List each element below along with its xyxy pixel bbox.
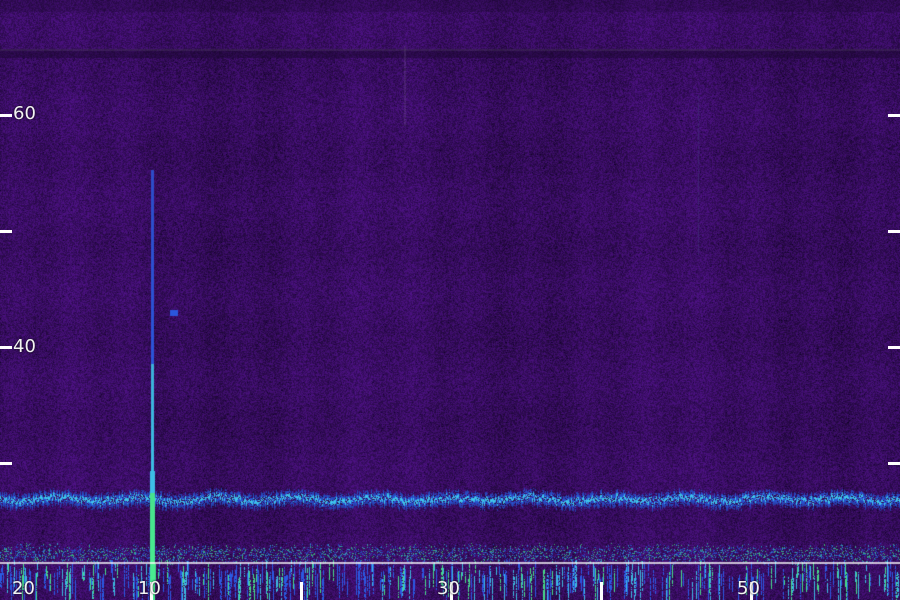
x-axis-tick-40 [600, 582, 603, 600]
y-axis-right-tick-60 [888, 114, 900, 117]
x-axis-tick-10 [150, 582, 153, 600]
y-axis-left-tick-60 [0, 114, 12, 117]
y-axis-right-tick-mid-lower [888, 462, 900, 465]
spectrogram-view: 60 40 20 10 30 50 [0, 0, 900, 600]
spectrogram-image [0, 0, 900, 600]
y-axis-left-tick-40 [0, 346, 12, 349]
y-axis-left-tick-mid-lower [0, 462, 12, 465]
y-axis-left-tick-mid-upper [0, 230, 12, 233]
x-axis-tick-50 [750, 582, 753, 600]
y-axis-right-tick-40 [888, 346, 900, 349]
x-axis-tick-30 [450, 582, 453, 600]
y-axis-right-tick-mid-upper [888, 230, 900, 233]
x-axis-tick-20 [300, 582, 303, 600]
